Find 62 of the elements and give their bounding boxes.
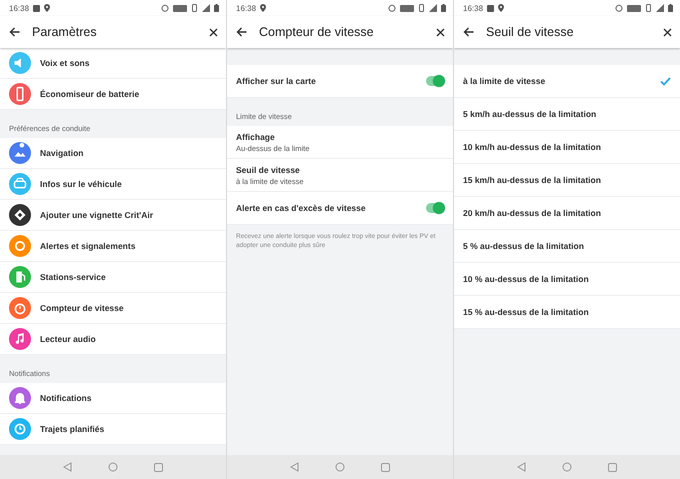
back-triangle-icon[interactable] [290, 462, 299, 472]
close-icon[interactable] [663, 28, 672, 36]
menu-item[interactable]: Alertes et signalements [0, 231, 226, 262]
option-item[interactable]: 15 km/h au-dessus de la limitation [454, 164, 680, 197]
vibrate-icon [418, 4, 425, 12]
menu-item[interactable]: Ajouter une vignette Crit'Air [0, 200, 226, 231]
toggle-switch[interactable] [426, 76, 444, 86]
signal-icon [656, 4, 664, 12]
back-triangle-icon[interactable] [63, 462, 72, 472]
setting-label: Afficher sur la carte [236, 76, 317, 86]
signal-icon [202, 4, 210, 12]
recents-square-icon[interactable] [608, 462, 617, 472]
close-icon[interactable] [436, 28, 445, 36]
screen-title: Seuil de vitesse [486, 25, 575, 39]
status-time: 16:38 [9, 4, 30, 12]
location-pin-icon [44, 4, 50, 12]
back-triangle-icon[interactable] [517, 462, 526, 472]
menu-item[interactable]: Notifications [0, 383, 226, 414]
menu-item[interactable]: Économiseur de batterie [0, 79, 226, 110]
menu-item[interactable]: Trajets planifiés [0, 414, 226, 445]
battery-icon [441, 4, 446, 12]
battery-icon [668, 4, 673, 12]
menu-item[interactable]: Infos sur le véhicule [0, 169, 226, 200]
alarm-icon [388, 4, 396, 12]
signal-icon [429, 4, 437, 12]
menu-item[interactable]: Navigation [0, 138, 226, 169]
back-arrow-icon[interactable] [9, 27, 20, 37]
option-item[interactable]: à la limite de vitesse [454, 65, 680, 98]
close-icon[interactable] [209, 28, 218, 36]
screen-title: Paramètres [32, 25, 98, 39]
option-item[interactable]: 5 km/h au-dessus de la limitation [454, 98, 680, 131]
menu-item[interactable]: Voix et sons [0, 48, 226, 79]
menu-item[interactable]: Compteur de vitesse [0, 293, 226, 324]
option-item[interactable]: 10 % au-dessus de la limitation [454, 263, 680, 296]
recents-square-icon[interactable] [154, 462, 163, 472]
location-pin-icon [498, 4, 504, 12]
vibrate-icon [191, 4, 198, 12]
alarm-icon [161, 4, 169, 12]
battery-icon [214, 4, 219, 12]
screen-title: Compteur de vitesse [259, 25, 375, 39]
status-time: 16:38 [463, 4, 484, 12]
vibrate-icon [645, 4, 652, 12]
menu-item[interactable]: Stations-service [0, 262, 226, 293]
home-circle-icon[interactable] [108, 462, 118, 472]
alarm-icon [615, 4, 623, 12]
location-pin-icon [260, 4, 266, 12]
network-badge-icon [173, 4, 187, 12]
back-arrow-icon[interactable] [463, 27, 474, 37]
home-circle-icon[interactable] [562, 462, 572, 472]
menu-item[interactable]: Lecteur audio [0, 324, 226, 355]
recents-square-icon[interactable] [381, 462, 390, 472]
option-item[interactable]: 10 km/h au-dessus de la limitation [454, 131, 680, 164]
option-item[interactable]: 15 % au-dessus de la limitation [454, 296, 680, 329]
toggle-switch[interactable] [426, 203, 444, 213]
setting-label: Alerte en cas d'excès de vitesse [236, 203, 367, 213]
network-badge-icon [400, 4, 414, 12]
home-circle-icon[interactable] [335, 462, 345, 472]
status-time: 16:38 [236, 4, 256, 12]
back-arrow-icon[interactable] [236, 27, 247, 37]
network-badge-icon [627, 4, 641, 12]
option-item[interactable]: 20 km/h au-dessus de la limitation [454, 197, 680, 230]
option-item[interactable]: 5 % au-dessus de la limitation [454, 230, 680, 263]
